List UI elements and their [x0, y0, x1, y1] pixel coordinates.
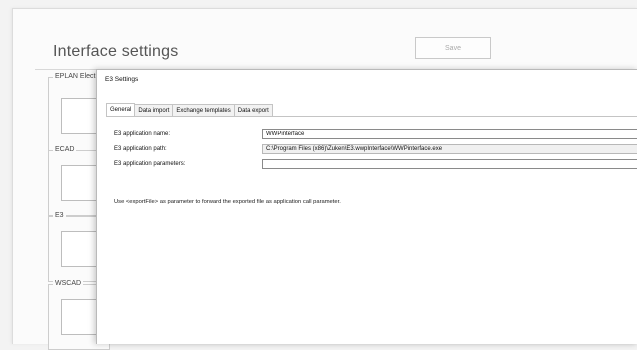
app-params-label: E3 application parameters: — [114, 161, 186, 167]
tab-general[interactable]: General — [106, 103, 136, 116]
eplan-group-label: EPLAN Electri — [53, 73, 102, 80]
app-name-label: E3 application name: — [114, 131, 171, 137]
dialog-titlebar[interactable]: E3 Settings — [97, 70, 637, 88]
eplan-config-tile[interactable] — [61, 98, 101, 134]
app-params-input[interactable] — [262, 159, 637, 169]
save-button[interactable]: Save — [415, 37, 491, 59]
ecad-group-label: ECAD — [53, 146, 77, 153]
page-title: Interface settings — [53, 43, 179, 60]
wscad-group-label: WSCAD — [53, 280, 84, 287]
wscad-config-tile[interactable] — [61, 299, 101, 335]
e3-settings-dialog: E3 Settings General Data import Exchange… — [96, 69, 637, 344]
app-path-field[interactable]: C:\Program Files (x86)\Zuken\E3.wwpInter… — [262, 144, 637, 154]
tab-data-export[interactable]: Data export — [233, 104, 273, 116]
app-name-input[interactable] — [262, 129, 637, 139]
tab-bar: General Data import Exchange templates D… — [106, 103, 273, 116]
ecad-config-tile[interactable] — [61, 165, 101, 201]
tab-exchange-templates[interactable]: Exchange templates — [172, 104, 235, 116]
app-path-label: E3 application path: — [114, 146, 167, 152]
export-parameter-hint: Use <exportFile> as parameter to forward… — [114, 199, 341, 205]
e3-group-label: E3 — [53, 212, 66, 219]
dialog-title: E3 Settings — [105, 76, 139, 83]
e3-config-tile[interactable] — [61, 231, 101, 267]
tab-data-import[interactable]: Data import — [134, 104, 174, 116]
general-tab-panel: E3 application name: E3 application path… — [106, 116, 637, 344]
